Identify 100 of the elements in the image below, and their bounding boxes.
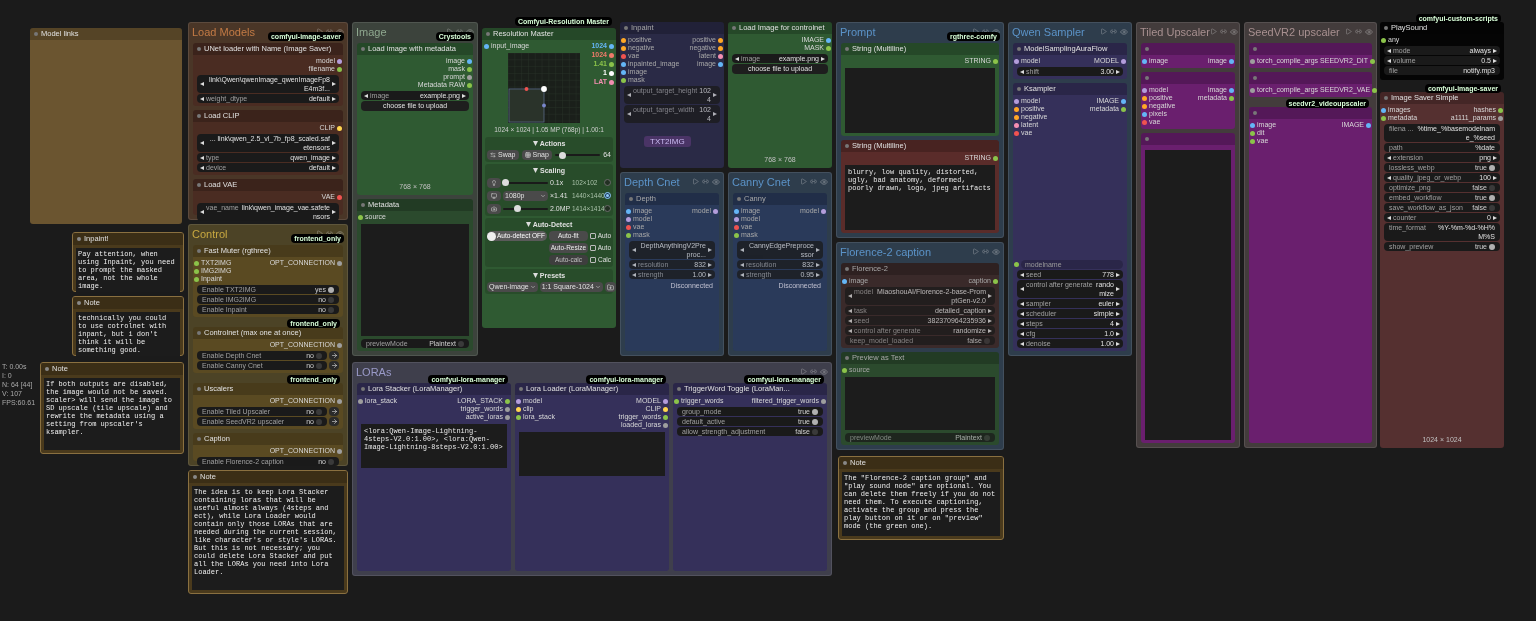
right-arrow-icon[interactable] bbox=[1493, 215, 1497, 220]
output-slot[interactable] bbox=[718, 53, 723, 59]
right-arrow-icon[interactable] bbox=[332, 96, 336, 101]
left-arrow-icon[interactable] bbox=[200, 82, 204, 86]
input-slot[interactable] bbox=[621, 45, 626, 51]
input-slot[interactable] bbox=[621, 77, 626, 83]
input-slot[interactable] bbox=[842, 278, 847, 284]
input-slot[interactable] bbox=[1381, 37, 1386, 43]
play-icon[interactable] bbox=[316, 230, 323, 237]
output-slot[interactable] bbox=[1366, 122, 1371, 128]
eye-icon[interactable] bbox=[992, 27, 1000, 36]
input-slot[interactable] bbox=[1142, 95, 1147, 101]
input-slot[interactable] bbox=[626, 224, 631, 230]
input-slot[interactable] bbox=[674, 398, 679, 404]
input-slot[interactable] bbox=[621, 53, 626, 59]
left-arrow-icon[interactable] bbox=[1387, 155, 1391, 160]
input-slot[interactable] bbox=[1014, 122, 1019, 128]
right-arrow-icon[interactable] bbox=[332, 82, 336, 86]
input-slot[interactable] bbox=[1142, 111, 1147, 117]
slider[interactable] bbox=[503, 205, 548, 213]
right-arrow-icon[interactable] bbox=[713, 112, 717, 116]
output-slot[interactable] bbox=[718, 45, 723, 51]
play-icon[interactable] bbox=[446, 28, 453, 35]
input-slot[interactable] bbox=[1142, 103, 1147, 109]
output-slot[interactable] bbox=[337, 58, 342, 64]
input-slot[interactable] bbox=[1250, 122, 1255, 128]
right-arrow-icon[interactable] bbox=[462, 93, 466, 98]
input-slot[interactable] bbox=[516, 398, 521, 404]
input-slot[interactable] bbox=[1014, 114, 1019, 120]
play-icon[interactable] bbox=[972, 28, 979, 35]
right-arrow-icon[interactable] bbox=[1116, 69, 1120, 74]
output-slot[interactable] bbox=[663, 406, 668, 412]
input-slot[interactable] bbox=[734, 208, 739, 214]
checkbox[interactable] bbox=[589, 233, 596, 240]
input-slot[interactable] bbox=[1014, 262, 1019, 267]
jump-button[interactable] bbox=[329, 407, 339, 416]
input-slot[interactable] bbox=[194, 268, 199, 274]
left-arrow-icon[interactable] bbox=[200, 96, 204, 101]
scale-mode-button[interactable] bbox=[487, 203, 501, 214]
input-slot[interactable] bbox=[621, 61, 626, 67]
slider-thumb[interactable] bbox=[502, 179, 510, 187]
output-slot[interactable] bbox=[467, 66, 472, 72]
left-arrow-icon[interactable] bbox=[200, 141, 204, 145]
right-arrow-icon[interactable] bbox=[713, 93, 717, 97]
input-slot[interactable] bbox=[516, 406, 521, 412]
right-arrow-icon[interactable] bbox=[1116, 272, 1120, 277]
radio-button[interactable] bbox=[604, 179, 611, 187]
left-arrow-icon[interactable] bbox=[1020, 272, 1024, 277]
input-slot[interactable] bbox=[1381, 115, 1386, 121]
input-slot[interactable] bbox=[626, 208, 631, 214]
jump-button[interactable] bbox=[329, 351, 339, 360]
input-slot[interactable] bbox=[1014, 58, 1019, 64]
play-icon[interactable] bbox=[316, 28, 323, 35]
input-slot[interactable] bbox=[1142, 87, 1147, 93]
output-slot[interactable] bbox=[993, 58, 998, 64]
left-arrow-icon[interactable] bbox=[848, 294, 852, 298]
left-arrow-icon[interactable] bbox=[1387, 215, 1391, 220]
input-slot[interactable] bbox=[734, 216, 739, 222]
input-slot[interactable] bbox=[358, 214, 363, 220]
left-arrow-icon[interactable] bbox=[1020, 69, 1024, 74]
input-slot[interactable] bbox=[484, 43, 489, 49]
slider-thumb[interactable] bbox=[558, 151, 566, 159]
left-arrow-icon[interactable] bbox=[740, 248, 744, 252]
right-arrow-icon[interactable] bbox=[1493, 155, 1497, 160]
input-slot[interactable] bbox=[358, 398, 363, 404]
output-slot[interactable] bbox=[663, 398, 668, 404]
right-arrow-icon[interactable] bbox=[988, 294, 992, 298]
input-slot[interactable] bbox=[1142, 119, 1147, 125]
output-slot[interactable] bbox=[718, 37, 723, 43]
left-arrow-icon[interactable] bbox=[632, 248, 636, 252]
left-arrow-icon[interactable] bbox=[627, 93, 631, 97]
input-slot[interactable] bbox=[1250, 58, 1255, 64]
input-slot[interactable] bbox=[734, 224, 739, 230]
input-slot[interactable] bbox=[626, 232, 631, 238]
output-slot[interactable] bbox=[821, 208, 826, 214]
right-arrow-icon[interactable] bbox=[708, 248, 712, 252]
input-slot[interactable] bbox=[1250, 87, 1255, 93]
output-slot[interactable] bbox=[467, 82, 472, 88]
input-slot[interactable] bbox=[621, 37, 626, 43]
input-slot[interactable] bbox=[1381, 107, 1386, 113]
output-slot[interactable] bbox=[505, 414, 510, 420]
link-icon[interactable] bbox=[456, 28, 463, 35]
right-arrow-icon[interactable] bbox=[332, 210, 336, 214]
right-arrow-icon[interactable] bbox=[1493, 175, 1497, 180]
radio-button[interactable] bbox=[604, 205, 611, 213]
output-slot[interactable] bbox=[505, 406, 510, 412]
output-slot[interactable] bbox=[337, 66, 342, 72]
jump-button[interactable] bbox=[329, 361, 339, 370]
radio-button[interactable] bbox=[604, 192, 611, 200]
input-slot[interactable] bbox=[516, 414, 521, 420]
output-slot[interactable] bbox=[663, 422, 668, 428]
preset-folder-button[interactable] bbox=[604, 282, 616, 293]
output-slot[interactable] bbox=[1229, 87, 1234, 93]
output-slot[interactable] bbox=[1229, 58, 1234, 64]
output-slot[interactable] bbox=[609, 71, 614, 76]
left-arrow-icon[interactable] bbox=[627, 112, 631, 116]
slider-thumb[interactable] bbox=[513, 205, 521, 213]
right-arrow-icon[interactable] bbox=[816, 248, 820, 252]
link-icon[interactable] bbox=[326, 28, 333, 35]
link-icon[interactable] bbox=[326, 230, 333, 237]
